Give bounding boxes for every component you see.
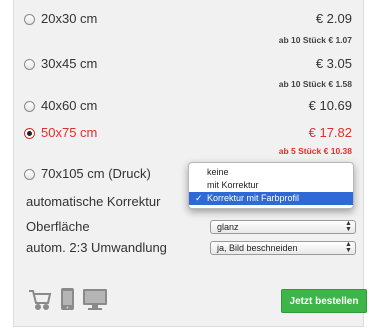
monitor-icon[interactable] <box>83 289 107 310</box>
price: € 3.05 <box>315 56 352 71</box>
dropdown-item-mit-korrektur[interactable]: mit Korrektur <box>189 179 353 192</box>
conversion-select[interactable]: ja, Bild beschneiden ▲ ▼ <box>210 241 356 255</box>
radio-40x60[interactable] <box>24 101 35 112</box>
select-arrows-icon: ▲ ▼ <box>345 220 352 233</box>
size-label[interactable]: 20x30 cm <box>41 11 97 26</box>
conversion-label: autom. 2:3 Umwandlung <box>26 240 167 255</box>
bulk-price: ab 10 Stück € 1.58 <box>278 79 352 89</box>
dropdown-item-farbprofil[interactable]: ✓ Korrektur mit Farbprofil <box>189 192 353 205</box>
size-label[interactable]: 30x45 cm <box>41 56 97 71</box>
surface-label: Oberfläche <box>26 219 90 234</box>
bulk-price: ab 5 Stück € 10.38 <box>278 146 352 156</box>
auto-correction-dropdown[interactable]: keine mit Korrektur ✓ Korrektur mit Farb… <box>188 162 354 209</box>
bulk-price: ab 10 Stück € 1.07 <box>278 35 352 45</box>
price: € 10.69 <box>308 98 352 113</box>
radio-20x30[interactable] <box>24 14 35 25</box>
auto-correction-label: automatische Korrektur <box>26 194 161 209</box>
conversion-select-value: ja, Bild beschneiden <box>217 243 298 253</box>
device-icons <box>28 287 114 316</box>
size-label[interactable]: 40x60 cm <box>41 98 97 113</box>
radio-70x105[interactable] <box>24 169 35 180</box>
dropdown-item-label: Korrektur mit Farbprofil <box>207 193 300 203</box>
surface-select[interactable]: glanz ▲ ▼ <box>210 220 356 234</box>
dropdown-item-keine[interactable]: keine <box>189 166 353 179</box>
check-icon: ✓ <box>195 193 203 203</box>
cart-icon[interactable] <box>29 290 52 310</box>
radio-30x45[interactable] <box>24 59 35 70</box>
price: € 17.82 <box>308 125 352 140</box>
size-label[interactable]: 50x75 cm <box>41 125 97 140</box>
select-arrows-icon: ▲ ▼ <box>345 241 352 254</box>
radio-50x75[interactable] <box>24 128 35 139</box>
phone-icon[interactable] <box>61 288 74 310</box>
size-label[interactable]: 70x105 cm (Druck) <box>41 166 151 181</box>
price: € 2.09 <box>315 11 352 26</box>
order-button[interactable]: Jetzt bestellen <box>281 289 367 313</box>
surface-select-value: glanz <box>217 222 239 232</box>
